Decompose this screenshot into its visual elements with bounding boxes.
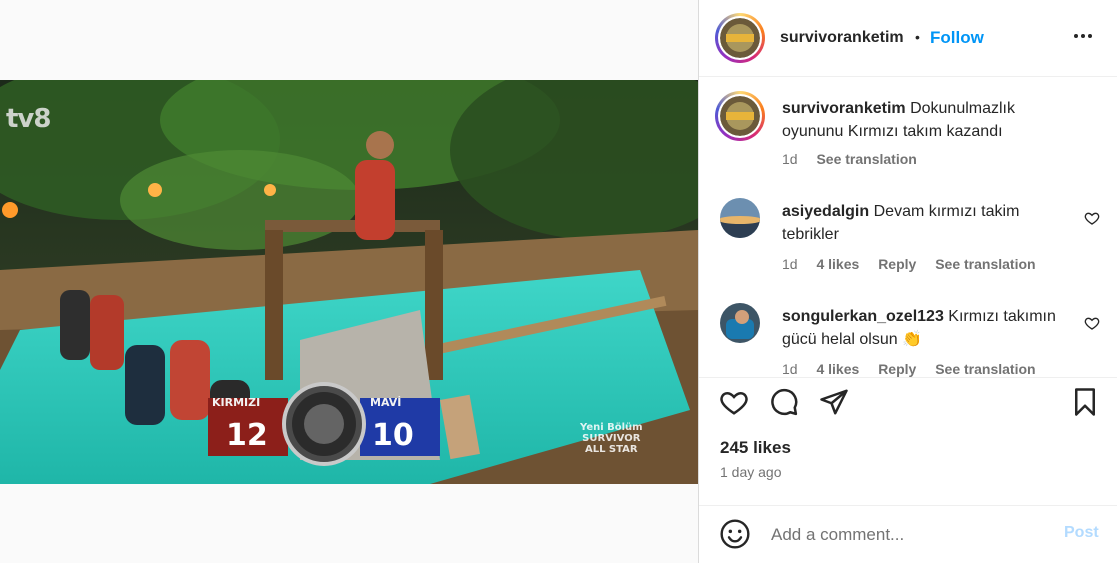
commenter-username[interactable]: songulerkan_ozel123: [782, 308, 944, 325]
bookmark-icon[interactable]: [1070, 387, 1100, 417]
comment-meta: 1d 4 likes Reply See translation: [782, 361, 1051, 377]
comment-body: songulerkan_ozel123 Kırmızı takımın gücü…: [782, 305, 1072, 351]
author-username[interactable]: survivoranketim: [780, 29, 904, 47]
comment-body: asiyedalgin Devam kırmızı takim tebrikle…: [782, 200, 1072, 246]
channel-logo: tv8: [6, 104, 51, 134]
caption-meta: 1d See translation: [782, 151, 932, 167]
promo-line-1: Yeni Bölüm: [580, 422, 643, 433]
score-left-label: KIRMIZI: [212, 396, 261, 409]
promo-line-3: ALL STAR: [584, 444, 638, 455]
promo-badge: Yeni Bölüm SURVIVOR ALL STAR: [580, 422, 643, 455]
post-comment-button[interactable]: Post: [1064, 524, 1099, 542]
comment-see-translation[interactable]: See translation: [935, 256, 1035, 272]
commenter-avatar[interactable]: [720, 303, 760, 343]
separator-dot: •: [915, 29, 920, 45]
comment-reply-button[interactable]: Reply: [878, 361, 916, 377]
comment-icon[interactable]: [769, 387, 799, 417]
post-timestamp[interactable]: 1 day ago: [720, 464, 782, 480]
promo-line-2: SURVIVOR: [582, 433, 641, 444]
comment-input[interactable]: [769, 520, 1043, 550]
caption-body: survivoranketim Dokunulmazlık oyununu Kı…: [782, 97, 1072, 143]
comment-likes[interactable]: 4 likes: [816, 256, 859, 272]
caption-time[interactable]: 1d: [782, 151, 798, 167]
media-area: tv8 KIRMIZI 12 MAVİ 10 Yeni Bölüm SURVIV…: [0, 0, 698, 563]
add-comment-bar: Post: [699, 505, 1117, 563]
commenter-username[interactable]: asiyedalgin: [782, 203, 869, 220]
heart-icon[interactable]: [719, 387, 749, 417]
comment-time[interactable]: 1d: [782, 256, 798, 272]
emoji-icon[interactable]: [719, 518, 751, 550]
comment-heart-icon[interactable]: [1084, 210, 1100, 226]
post-header: survivoranketim • Follow: [699, 0, 1117, 77]
share-icon[interactable]: [819, 387, 849, 417]
score-left-value: 12: [226, 418, 268, 453]
comment-likes[interactable]: 4 likes: [816, 361, 859, 377]
caption-avatar[interactable]: [715, 91, 765, 141]
caption-username[interactable]: survivoranketim: [782, 100, 906, 117]
comments-list[interactable]: survivoranketim Dokunulmazlık oyununu Kı…: [699, 77, 1117, 377]
survivor-logo-icon: [720, 18, 760, 58]
more-horizontal-icon[interactable]: [1071, 24, 1095, 48]
score-right-value: 10: [372, 418, 414, 453]
survivor-logo-icon: [720, 96, 760, 136]
comment-see-translation[interactable]: See translation: [935, 361, 1035, 377]
caption-see-translation[interactable]: See translation: [816, 151, 916, 167]
post-video[interactable]: tv8 KIRMIZI 12 MAVİ 10 Yeni Bölüm SURVIV…: [0, 80, 698, 484]
likes-count[interactable]: 245 likes: [720, 438, 791, 458]
comment-reply-button[interactable]: Reply: [878, 256, 916, 272]
comment-heart-icon[interactable]: [1084, 315, 1100, 331]
comment-meta: 1d 4 likes Reply See translation: [782, 256, 1051, 272]
post-panel: survivoranketim • Follow survivoranketim…: [698, 0, 1117, 563]
team-emblem: [304, 404, 344, 444]
post-actions: 245 likes 1 day ago: [699, 377, 1117, 505]
author-avatar[interactable]: [715, 13, 765, 63]
follow-button[interactable]: Follow: [930, 28, 984, 48]
commenter-avatar[interactable]: [720, 198, 760, 238]
comment-time[interactable]: 1d: [782, 361, 798, 377]
score-right-label: MAVİ: [370, 396, 402, 409]
